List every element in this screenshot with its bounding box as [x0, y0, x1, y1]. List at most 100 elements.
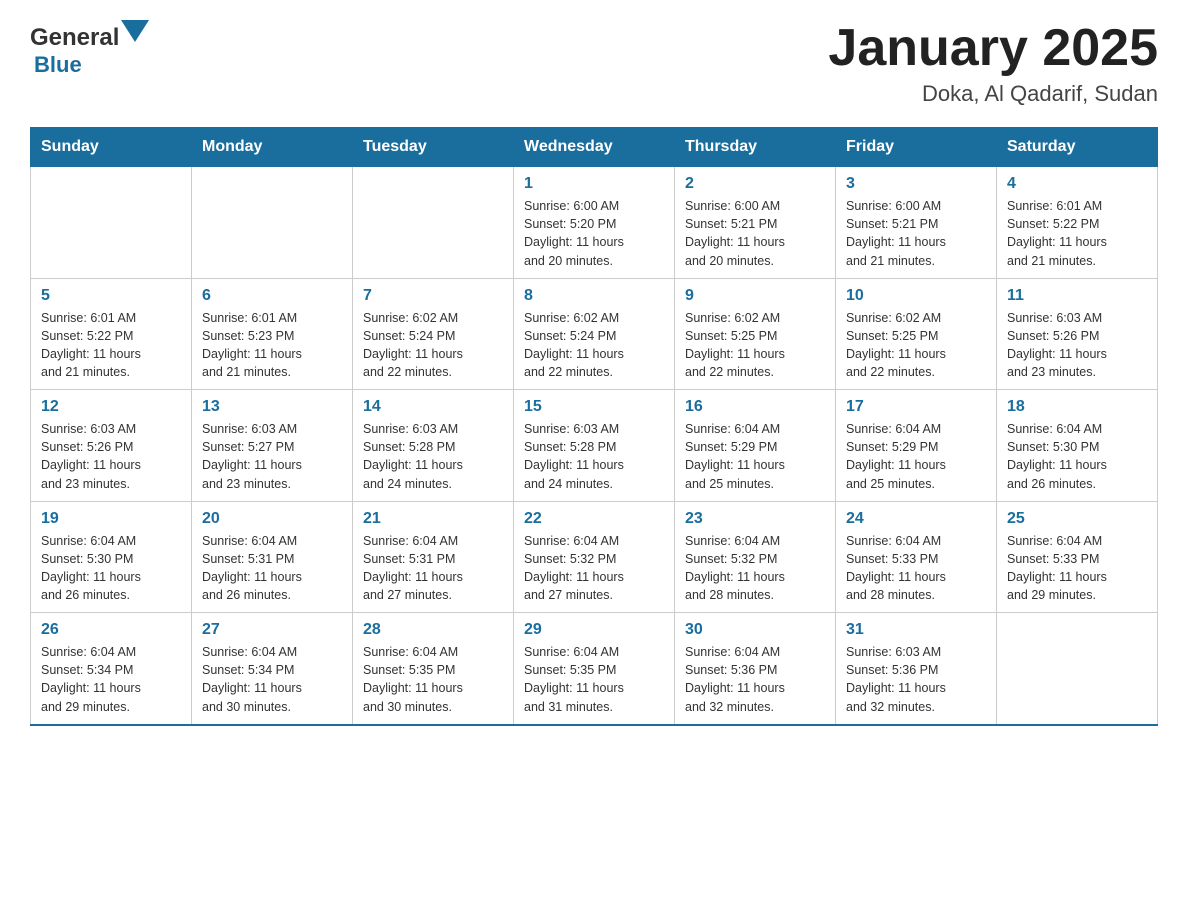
day-number: 17 [846, 398, 986, 416]
calendar-cell: 9 Sunrise: 6:02 AMSunset: 5:25 PMDaylight… [675, 278, 836, 390]
logo-triangle-icon [121, 20, 151, 48]
day-number: 26 [41, 621, 181, 639]
calendar-cell: 19 Sunrise: 6:04 AMSunset: 5:30 PMDayligh… [31, 501, 192, 613]
calendar-cell [31, 167, 192, 279]
day-number: 14 [363, 398, 503, 416]
day-info: Sunrise: 6:03 AMSunset: 5:26 PMDaylight:… [41, 420, 181, 493]
day-number: 15 [524, 398, 664, 416]
calendar-day-header: Monday [192, 128, 353, 167]
calendar-cell: 30Sunrise: 6:04 AMSunset: 5:36 PMDayligh… [675, 613, 836, 725]
day-info: Sunrise: 6:00 AMSunset: 5:21 PMDaylight:… [846, 197, 986, 270]
day-number: 22 [524, 510, 664, 528]
calendar-week-row: 1 Sunrise: 6:00 AMSunset: 5:20 PMDaylight… [31, 167, 1158, 279]
day-info: Sunrise: 6:04 AMSunset: 5:35 PMDaylight:… [363, 643, 503, 716]
day-number: 10 [846, 287, 986, 305]
calendar-cell: 4 Sunrise: 6:01 AMSunset: 5:22 PMDaylight… [997, 167, 1158, 279]
day-number: 4 [1007, 175, 1147, 193]
day-info: Sunrise: 6:04 AMSunset: 5:30 PMDaylight:… [41, 532, 181, 605]
day-info: Sunrise: 6:02 AMSunset: 5:25 PMDaylight:… [685, 309, 825, 382]
day-info: Sunrise: 6:04 AMSunset: 5:34 PMDaylight:… [202, 643, 342, 716]
calendar-cell: 21 Sunrise: 6:04 AMSunset: 5:31 PMDayligh… [353, 501, 514, 613]
calendar-week-row: 26 Sunrise: 6:04 AMSunset: 5:34 PMDayligh… [31, 613, 1158, 725]
calendar-cell: 16Sunrise: 6:04 AMSunset: 5:29 PMDayligh… [675, 390, 836, 502]
calendar-cell: 5 Sunrise: 6:01 AMSunset: 5:22 PMDaylight… [31, 278, 192, 390]
day-number: 13 [202, 398, 342, 416]
calendar-cell: 15 Sunrise: 6:03 AMSunset: 5:28 PMDayligh… [514, 390, 675, 502]
calendar-cell: 31 Sunrise: 6:03 AMSunset: 5:36 PMDayligh… [836, 613, 997, 725]
day-number: 21 [363, 510, 503, 528]
day-number: 29 [524, 621, 664, 639]
day-number: 23 [685, 510, 825, 528]
calendar-day-header: Thursday [675, 128, 836, 167]
day-number: 6 [202, 287, 342, 305]
calendar-week-row: 12 Sunrise: 6:03 AMSunset: 5:26 PMDayligh… [31, 390, 1158, 502]
day-info: Sunrise: 6:03 AMSunset: 5:28 PMDaylight:… [363, 420, 503, 493]
calendar-cell: 3 Sunrise: 6:00 AMSunset: 5:21 PMDaylight… [836, 167, 997, 279]
day-info: Sunrise: 6:00 AMSunset: 5:21 PMDaylight:… [685, 197, 825, 270]
day-number: 24 [846, 510, 986, 528]
logo: General Blue [30, 20, 151, 78]
day-number: 1 [524, 175, 664, 193]
calendar-cell: 12 Sunrise: 6:03 AMSunset: 5:26 PMDayligh… [31, 390, 192, 502]
calendar-cell: 25 Sunrise: 6:04 AMSunset: 5:33 PMDayligh… [997, 501, 1158, 613]
page-title: January 2025 [828, 20, 1158, 77]
day-info: Sunrise: 6:04 AMSunset: 5:33 PMDaylight:… [1007, 532, 1147, 605]
day-number: 27 [202, 621, 342, 639]
day-number: 12 [41, 398, 181, 416]
title-block: January 2025 Doka, Al Qadarif, Sudan [828, 20, 1158, 107]
day-info: Sunrise: 6:01 AMSunset: 5:22 PMDaylight:… [41, 309, 181, 382]
calendar-cell: 8 Sunrise: 6:02 AMSunset: 5:24 PMDaylight… [514, 278, 675, 390]
day-number: 8 [524, 287, 664, 305]
calendar-cell: 1 Sunrise: 6:00 AMSunset: 5:20 PMDaylight… [514, 167, 675, 279]
day-number: 11 [1007, 287, 1147, 305]
day-number: 3 [846, 175, 986, 193]
logo-blue-text: Blue [34, 52, 82, 77]
day-info: Sunrise: 6:04 AMSunset: 5:34 PMDaylight:… [41, 643, 181, 716]
day-number: 20 [202, 510, 342, 528]
calendar-cell: 13 Sunrise: 6:03 AMSunset: 5:27 PMDayligh… [192, 390, 353, 502]
calendar-header: SundayMondayTuesdayWednesdayThursdayFrid… [31, 128, 1158, 167]
day-info: Sunrise: 6:04 AMSunset: 5:31 PMDaylight:… [363, 532, 503, 605]
calendar-cell: 23 Sunrise: 6:04 AMSunset: 5:32 PMDayligh… [675, 501, 836, 613]
day-info: Sunrise: 6:01 AMSunset: 5:22 PMDaylight:… [1007, 197, 1147, 270]
day-info: Sunrise: 6:03 AMSunset: 5:27 PMDaylight:… [202, 420, 342, 493]
day-info: Sunrise: 6:04 AMSunset: 5:35 PMDaylight:… [524, 643, 664, 716]
day-info: Sunrise: 6:04 AMSunset: 5:33 PMDaylight:… [846, 532, 986, 605]
page-header: General Blue January 2025 Doka, Al Qadar… [30, 20, 1158, 107]
day-number: 31 [846, 621, 986, 639]
calendar-cell [353, 167, 514, 279]
calendar-cell: 17Sunrise: 6:04 AMSunset: 5:29 PMDayligh… [836, 390, 997, 502]
day-number: 18 [1007, 398, 1147, 416]
calendar-cell: 7 Sunrise: 6:02 AMSunset: 5:24 PMDaylight… [353, 278, 514, 390]
calendar-week-row: 19 Sunrise: 6:04 AMSunset: 5:30 PMDayligh… [31, 501, 1158, 613]
day-number: 7 [363, 287, 503, 305]
day-info: Sunrise: 6:03 AMSunset: 5:28 PMDaylight:… [524, 420, 664, 493]
day-info: Sunrise: 6:02 AMSunset: 5:24 PMDaylight:… [524, 309, 664, 382]
day-number: 25 [1007, 510, 1147, 528]
calendar-cell [192, 167, 353, 279]
day-info: Sunrise: 6:03 AMSunset: 5:36 PMDaylight:… [846, 643, 986, 716]
calendar-week-row: 5 Sunrise: 6:01 AMSunset: 5:22 PMDaylight… [31, 278, 1158, 390]
calendar-cell: 24 Sunrise: 6:04 AMSunset: 5:33 PMDayligh… [836, 501, 997, 613]
calendar-day-header: Wednesday [514, 128, 675, 167]
calendar-cell: 28Sunrise: 6:04 AMSunset: 5:35 PMDayligh… [353, 613, 514, 725]
day-number: 2 [685, 175, 825, 193]
calendar-body: 1 Sunrise: 6:00 AMSunset: 5:20 PMDaylight… [31, 167, 1158, 725]
day-number: 19 [41, 510, 181, 528]
day-info: Sunrise: 6:02 AMSunset: 5:24 PMDaylight:… [363, 309, 503, 382]
day-info: Sunrise: 6:04 AMSunset: 5:30 PMDaylight:… [1007, 420, 1147, 493]
day-info: Sunrise: 6:02 AMSunset: 5:25 PMDaylight:… [846, 309, 986, 382]
day-info: Sunrise: 6:04 AMSunset: 5:32 PMDaylight:… [524, 532, 664, 605]
calendar-cell: 14 Sunrise: 6:03 AMSunset: 5:28 PMDayligh… [353, 390, 514, 502]
day-info: Sunrise: 6:04 AMSunset: 5:36 PMDaylight:… [685, 643, 825, 716]
calendar-cell: 11 Sunrise: 6:03 AMSunset: 5:26 PMDayligh… [997, 278, 1158, 390]
calendar-day-header: Sunday [31, 128, 192, 167]
day-info: Sunrise: 6:04 AMSunset: 5:31 PMDaylight:… [202, 532, 342, 605]
calendar-cell: 6Sunrise: 6:01 AMSunset: 5:23 PMDaylight… [192, 278, 353, 390]
day-number: 9 [685, 287, 825, 305]
calendar-cell [997, 613, 1158, 725]
day-info: Sunrise: 6:04 AMSunset: 5:32 PMDaylight:… [685, 532, 825, 605]
day-number: 5 [41, 287, 181, 305]
day-info: Sunrise: 6:00 AMSunset: 5:20 PMDaylight:… [524, 197, 664, 270]
day-info: Sunrise: 6:03 AMSunset: 5:26 PMDaylight:… [1007, 309, 1147, 382]
